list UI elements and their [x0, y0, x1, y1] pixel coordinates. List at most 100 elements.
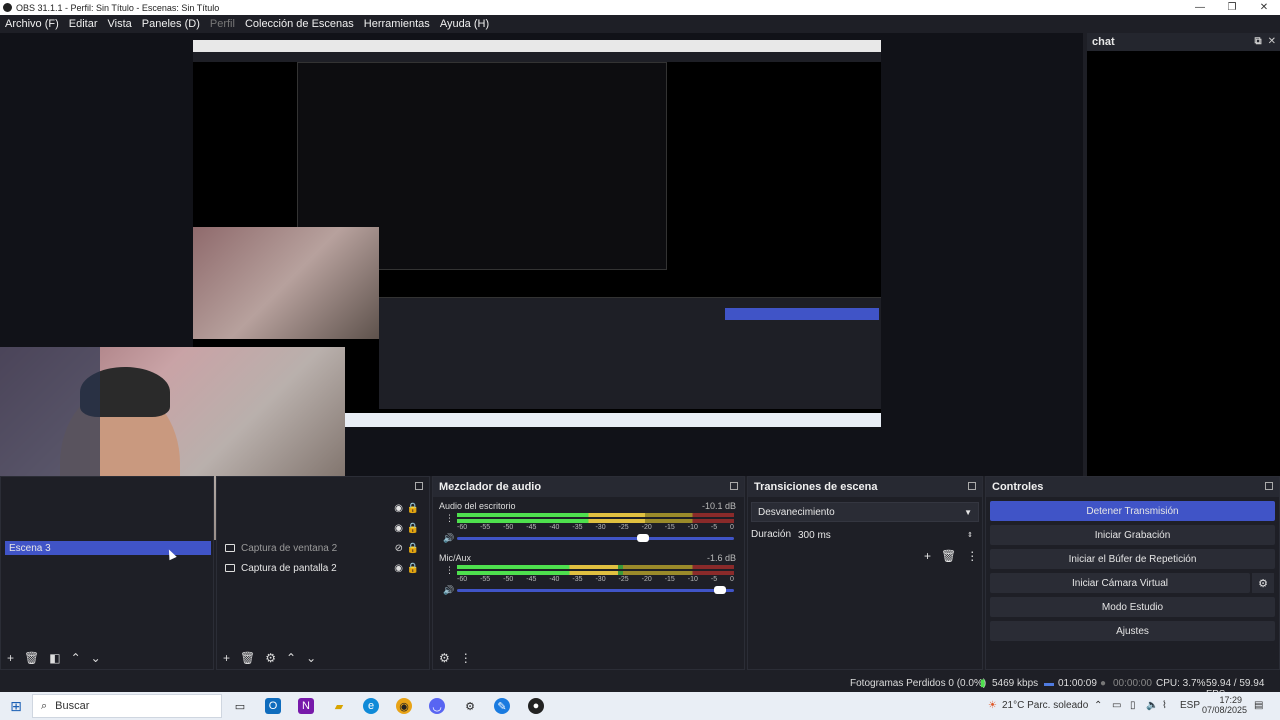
level-fill — [457, 513, 646, 517]
control-button-2[interactable]: Iniciar el Búfer de Repetición — [990, 549, 1275, 569]
windows-start-icon[interactable]: ⊞ — [8, 698, 24, 714]
remove-scene-icon[interactable]: 🗑 — [24, 651, 39, 665]
discord-icon[interactable]: ◡ — [429, 698, 445, 714]
speaker-icon[interactable]: 🔊 — [443, 585, 454, 596]
volume-knob[interactable] — [636, 534, 649, 542]
wifi-icon[interactable]: ⌇ — [1162, 700, 1167, 711]
meter-ticks: -60 -55 -50 -45 -40 -35 -30 -25 -20 -15 -10 -5 0 — [457, 524, 734, 531]
mixer-float-icon[interactable] — [730, 482, 738, 490]
tick-label: 0 — [730, 524, 734, 531]
edge-icon[interactable]: e — [363, 698, 379, 714]
menu-item-1[interactable]: Editar — [64, 18, 103, 30]
clock-time: 17:29 — [1219, 695, 1242, 705]
input-language[interactable]: ESP — [1180, 700, 1200, 711]
lock-icon[interactable]: 🔒 — [407, 503, 419, 514]
advanced-audio-icon[interactable]: ⚙ — [439, 651, 450, 665]
control-button-1[interactable]: Iniciar Grabación — [990, 525, 1275, 545]
control-button-3[interactable]: Iniciar Cámara Virtual — [990, 573, 1250, 593]
weather-text[interactable]: 21°C Parc. soleado — [1002, 700, 1088, 711]
source-down-icon[interactable]: ⌄ — [306, 651, 316, 665]
obs-taskbar-icon[interactable]: ● — [528, 698, 544, 714]
move-down-icon[interactable]: ⌄ — [91, 651, 101, 665]
duration-spinbox[interactable]: 300 ms ⇕ — [792, 525, 979, 545]
tray-arrow-icon[interactable]: ⌃ — [1094, 700, 1102, 711]
source-item[interactable]: Captura de pantalla 2 ◉ 🔒 — [221, 559, 425, 577]
add-transition-icon[interactable]: + — [924, 549, 931, 563]
minimize-button[interactable]: — — [1184, 0, 1216, 15]
volume-slider[interactable] — [457, 534, 734, 542]
level-meter — [457, 513, 734, 517]
weather-icon: ☀ — [988, 700, 997, 711]
scene-item[interactable]: Escena 3 — [5, 541, 211, 555]
menu-item-4[interactable]: Perfil — [205, 18, 240, 30]
menu-item-5[interactable]: Colección de Escenas — [240, 18, 359, 30]
volume-slider[interactable] — [457, 586, 734, 594]
menu-item-0[interactable]: Archivo (F) — [0, 18, 64, 30]
nested-menubar — [193, 52, 881, 62]
controls-float-icon[interactable] — [1265, 482, 1273, 490]
lock-icon[interactable]: 🔒 — [407, 523, 419, 534]
eye-icon[interactable]: ◉ — [394, 563, 403, 574]
volume-icon[interactable]: 🔈 — [1146, 700, 1158, 711]
cpu-usage: CPU: 3.7% — [1156, 678, 1206, 689]
chrome-icon[interactable]: ◉ — [396, 698, 412, 714]
eye-hidden-icon[interactable]: ⊘ — [395, 543, 403, 554]
control-button-0[interactable]: Detener Transmisión — [990, 501, 1275, 521]
speaker-icon[interactable]: 🔊 — [443, 533, 454, 544]
control-button-4[interactable]: Modo Estudio — [990, 597, 1275, 617]
source-label: Captura de ventana 2 — [241, 542, 338, 554]
menu-item-2[interactable]: Vista — [103, 18, 137, 30]
controls-header: Controles — [986, 477, 1279, 497]
add-source-icon[interactable]: + — [223, 651, 230, 665]
spin-icon[interactable]: ⇕ — [967, 531, 973, 539]
menu-item-3[interactable]: Paneles (D) — [137, 18, 205, 30]
transition-select[interactable]: Desvanecimiento ▼ — [751, 502, 979, 522]
chat-float-icon[interactable]: ⧉ — [1254, 36, 1261, 47]
battery-icon[interactable]: ▯ — [1130, 700, 1136, 711]
mixer-menu-icon[interactable]: ⋮ — [460, 651, 472, 665]
network-icon[interactable]: ▭ — [1112, 700, 1121, 711]
track-db: -1.6 dB — [706, 553, 736, 563]
app-icon[interactable]: ✎ — [494, 698, 510, 714]
virtual-camera-settings-icon[interactable]: ⚙ — [1252, 573, 1274, 593]
task-view-icon[interactable]: ▭ — [232, 698, 248, 714]
lock-icon[interactable]: 🔒 — [407, 563, 419, 574]
source-properties-icon[interactable]: ⚙ — [265, 651, 276, 665]
remove-source-icon[interactable]: 🗑 — [240, 651, 255, 665]
remove-transition-icon[interactable]: 🗑 — [941, 549, 956, 563]
tick-label: -5 — [710, 576, 718, 583]
monitor-icon — [225, 544, 235, 552]
outlook-icon[interactable]: O — [265, 698, 281, 714]
onenote-icon[interactable]: N — [298, 698, 314, 714]
control-button-5[interactable]: Ajustes — [990, 621, 1275, 641]
move-up-icon[interactable]: ⌃ — [71, 651, 81, 665]
lock-icon[interactable]: 🔒 — [407, 543, 419, 554]
track-menu-icon[interactable]: ⋮ — [445, 513, 454, 524]
add-scene-icon[interactable]: + — [7, 651, 14, 665]
menu-item-7[interactable]: Ayuda (H) — [435, 18, 494, 30]
mixer-track: Audio del escritorio -10.1 dB ⋮ -60 -55 -50 -4… — [439, 501, 740, 549]
clock[interactable]: 17:29 07/08/2025 — [1202, 695, 1247, 715]
source-up-icon[interactable]: ⌃ — [286, 651, 296, 665]
menu-item-6[interactable]: Herramientas — [359, 18, 435, 30]
sources-float-icon[interactable] — [415, 482, 423, 490]
eye-icon[interactable]: ◉ — [394, 503, 403, 514]
stream-icon: ▬ — [1044, 678, 1054, 689]
scene-filters-icon[interactable]: ◧ — [49, 651, 60, 665]
track-menu-icon[interactable]: ⋮ — [445, 565, 454, 576]
notification-icon[interactable]: ▤ — [1254, 700, 1263, 711]
tick-label: -5 — [710, 524, 718, 531]
transition-menu-icon[interactable]: ⋮ — [966, 549, 978, 563]
chat-close-icon[interactable]: ✕ — [1268, 36, 1276, 47]
volume-knob[interactable] — [714, 586, 727, 594]
settings-icon[interactable]: ⚙ — [462, 698, 478, 714]
taskbar-search[interactable]: ⌕ Buscar — [32, 694, 222, 718]
file-explorer-icon[interactable]: ▰ — [331, 698, 347, 714]
eye-icon[interactable]: ◉ — [394, 523, 403, 534]
maximize-button[interactable]: ❐ — [1216, 0, 1248, 15]
transitions-float-icon[interactable] — [968, 482, 976, 490]
windows-taskbar: ⊞ ⌕ Buscar ▭ O N ▰ e ◉ ◡ ⚙ ✎ ● ☀ 21°C Pa… — [0, 692, 1280, 720]
close-button[interactable]: ✕ — [1248, 0, 1280, 15]
source-item[interactable]: Captura de ventana 2 ⊘ 🔒 — [221, 539, 425, 557]
source-label: Captura de pantalla 2 — [241, 562, 337, 574]
